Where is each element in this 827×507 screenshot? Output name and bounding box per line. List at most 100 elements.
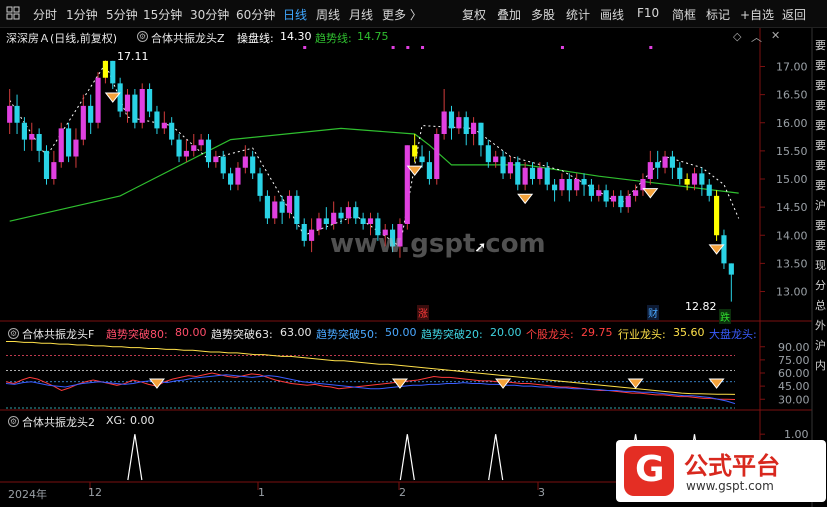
candle-body bbox=[228, 173, 234, 185]
candle-body bbox=[95, 77, 101, 123]
candle-body bbox=[625, 195, 631, 208]
osc-series-line bbox=[5, 372, 736, 400]
xg-signal-layer bbox=[127, 434, 703, 481]
candle-body bbox=[655, 162, 661, 168]
xg-spike bbox=[488, 434, 504, 481]
candle-body bbox=[574, 179, 580, 191]
candle-body bbox=[463, 117, 469, 134]
top-signal-dot bbox=[649, 46, 653, 49]
candle-body bbox=[294, 195, 300, 224]
candle-body bbox=[36, 134, 42, 151]
candle-body bbox=[478, 122, 484, 146]
candle-body bbox=[345, 207, 351, 219]
candle-body bbox=[191, 145, 197, 151]
candle-body bbox=[21, 122, 27, 140]
price-tick-label: 14.50 bbox=[776, 201, 808, 214]
candle-body bbox=[610, 195, 617, 202]
candle-body bbox=[515, 162, 521, 185]
candle-body bbox=[728, 263, 734, 275]
top-signal-dot bbox=[391, 46, 395, 49]
candle-body bbox=[250, 156, 256, 174]
osc-series-line bbox=[6, 341, 736, 395]
price-tick-label: 16.50 bbox=[776, 89, 808, 102]
xg-spike bbox=[627, 434, 644, 481]
candle-body bbox=[691, 173, 698, 185]
candle-body bbox=[198, 139, 204, 146]
candle-body bbox=[235, 167, 241, 185]
candle-body bbox=[559, 179, 565, 191]
candle-body bbox=[110, 60, 116, 84]
candle-body bbox=[448, 111, 455, 129]
candle-body bbox=[537, 167, 543, 179]
candle-body bbox=[544, 167, 550, 185]
candle-body bbox=[397, 224, 403, 247]
candle-body bbox=[132, 94, 138, 123]
osc-tick-label: 30.00 bbox=[778, 393, 810, 406]
candle-body bbox=[43, 150, 50, 179]
candle-body bbox=[390, 229, 396, 247]
candle-body bbox=[662, 156, 668, 168]
candle-body bbox=[220, 156, 226, 174]
price-tick-label: 15.50 bbox=[776, 145, 808, 158]
candle-body bbox=[603, 190, 609, 202]
candle-body bbox=[242, 156, 248, 168]
candle-body bbox=[272, 201, 278, 219]
candle-body bbox=[434, 134, 440, 179]
candle-body bbox=[566, 179, 572, 191]
candle-body bbox=[529, 167, 536, 179]
candle-body bbox=[161, 122, 167, 129]
candle-body bbox=[80, 105, 86, 140]
candle-body bbox=[588, 184, 594, 196]
candle-body bbox=[323, 218, 329, 224]
candle-body bbox=[257, 173, 263, 196]
candle-body bbox=[331, 212, 337, 224]
price-tick-label: 17.00 bbox=[776, 61, 808, 74]
candle-body bbox=[375, 218, 381, 236]
candle-body bbox=[183, 150, 189, 157]
osc-tick-label: 75.00 bbox=[778, 354, 810, 367]
candle-body bbox=[669, 156, 675, 168]
candle-body bbox=[205, 139, 212, 163]
candle-body bbox=[286, 195, 293, 213]
candle-body bbox=[633, 190, 639, 196]
candle-body bbox=[441, 111, 447, 134]
candle-body bbox=[596, 190, 602, 196]
candle-body bbox=[29, 134, 35, 140]
osc-diamond bbox=[495, 378, 512, 389]
candle-body bbox=[552, 184, 558, 191]
candle-body bbox=[367, 218, 374, 224]
stock-chart[interactable]: 13.00 13.50 14.00 14.50 15.00 15.50 16.00 16.50… bbox=[0, 0, 827, 507]
candle-body bbox=[404, 145, 410, 224]
candle-body bbox=[88, 105, 94, 123]
candle-body bbox=[684, 179, 690, 185]
candle-body bbox=[426, 162, 432, 179]
oscillator-layer bbox=[5, 341, 736, 409]
osc-diamond bbox=[627, 378, 644, 389]
candle-body bbox=[102, 60, 108, 78]
price-tick-label: 16.00 bbox=[776, 117, 808, 130]
xg-spike bbox=[686, 434, 703, 481]
candle-body bbox=[485, 145, 491, 163]
candle-body bbox=[382, 229, 388, 236]
candle-body bbox=[338, 212, 344, 219]
candle-body bbox=[58, 128, 64, 163]
candle-body bbox=[73, 139, 79, 157]
candle-body bbox=[169, 122, 175, 140]
candle-body bbox=[264, 195, 270, 219]
candle-body bbox=[412, 145, 418, 157]
osc-tick-label: 45.00 bbox=[778, 380, 810, 393]
candle-body bbox=[7, 105, 13, 123]
candle-body bbox=[581, 179, 587, 185]
candle-body bbox=[279, 201, 285, 213]
top-signal-dot bbox=[421, 46, 425, 49]
osc-diamond bbox=[708, 378, 725, 389]
osc-tick-label: 90.00 bbox=[778, 341, 810, 354]
candle-body bbox=[316, 218, 322, 230]
price-tick-label: 15.00 bbox=[776, 173, 808, 186]
candle-body bbox=[309, 229, 315, 241]
xg-tick-label: 1.00 bbox=[784, 428, 809, 441]
candle-body bbox=[721, 235, 727, 264]
top-signal-dot bbox=[303, 46, 307, 49]
candle-body bbox=[507, 162, 513, 174]
candle-body bbox=[360, 218, 366, 224]
